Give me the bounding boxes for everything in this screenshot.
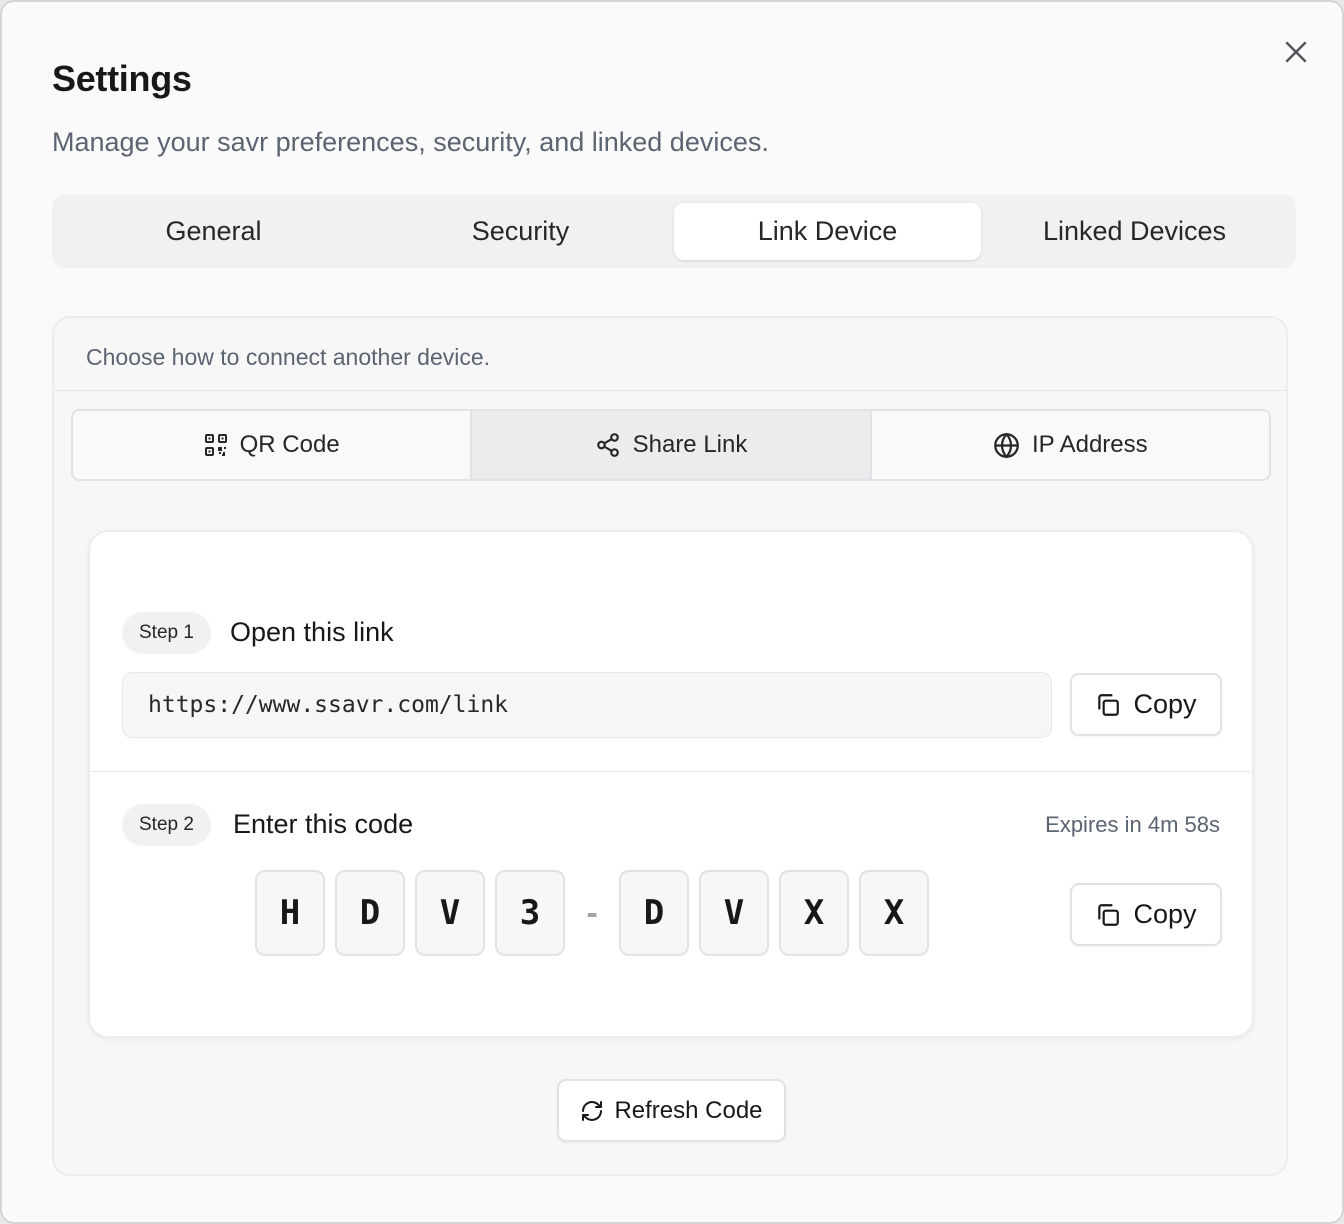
method-tab-ip-address[interactable]: IP Address	[869, 411, 1269, 479]
close-button[interactable]	[1280, 36, 1312, 68]
code-character: V	[699, 870, 769, 956]
globe-icon	[994, 432, 1019, 458]
share-link-field[interactable]: https://www.ssavr.com/link	[122, 672, 1052, 738]
code-character: D	[619, 870, 689, 956]
step-2-badge: Step 2	[122, 804, 211, 846]
refresh-icon	[582, 1100, 603, 1121]
method-label: Share Link	[632, 431, 748, 458]
copy-label: Copy	[1133, 899, 1197, 929]
divider	[90, 771, 1252, 772]
method-tab-share-link[interactable]: Share Link	[470, 411, 870, 479]
settings-dialog: Settings Manage your savr preferences, s…	[0, 0, 1344, 1224]
code-character: X	[779, 870, 849, 956]
code-character: X	[859, 870, 929, 956]
method-label: QR Code	[239, 431, 340, 458]
code-character: H	[255, 870, 325, 956]
expiry-timer: Expires in 4m 58s	[1045, 812, 1220, 837]
panel-description: Choose how to connect another device.	[86, 344, 491, 370]
dialog-title: Settings	[52, 58, 192, 99]
divider	[54, 390, 1286, 391]
code-character: V	[415, 870, 485, 956]
code-character: D	[335, 870, 405, 956]
tab-security[interactable]: Security	[367, 203, 674, 260]
copy-link-button[interactable]: Copy	[1070, 673, 1222, 736]
copy-icon	[1098, 903, 1120, 926]
pairing-code: H D V 3 - D V X X	[255, 870, 929, 956]
qr-code-icon	[204, 434, 227, 456]
settings-tabs: General Security Link Device Linked Devi…	[52, 195, 1296, 268]
share-link-card: Step 1 Open this link https://www.ssavr.…	[88, 530, 1254, 1038]
tab-link-device[interactable]: Link Device	[674, 203, 981, 260]
code-character: 3	[495, 870, 565, 956]
tab-general[interactable]: General	[60, 203, 367, 260]
copy-code-button[interactable]: Copy	[1070, 883, 1222, 946]
dialog-subtitle: Manage your savr preferences, security, …	[52, 127, 769, 157]
link-device-panel: Choose how to connect another device. QR…	[52, 316, 1288, 1176]
step-1-title: Open this link	[230, 617, 394, 647]
refresh-code-button[interactable]: Refresh Code	[557, 1079, 786, 1142]
method-tab-qr-code[interactable]: QR Code	[73, 411, 470, 479]
share-icon	[596, 433, 619, 457]
copy-label: Copy	[1133, 689, 1197, 719]
code-separator: -	[583, 896, 601, 930]
tab-linked-devices[interactable]: Linked Devices	[981, 203, 1288, 260]
close-icon	[1285, 41, 1307, 63]
step-1-badge: Step 1	[122, 612, 211, 654]
connection-method-tabs: QR Code Share Link IP Address	[71, 409, 1271, 481]
step-2-title: Enter this code	[233, 809, 414, 839]
refresh-label: Refresh Code	[614, 1096, 763, 1124]
method-label: IP Address	[1032, 431, 1148, 458]
copy-icon	[1098, 693, 1120, 716]
